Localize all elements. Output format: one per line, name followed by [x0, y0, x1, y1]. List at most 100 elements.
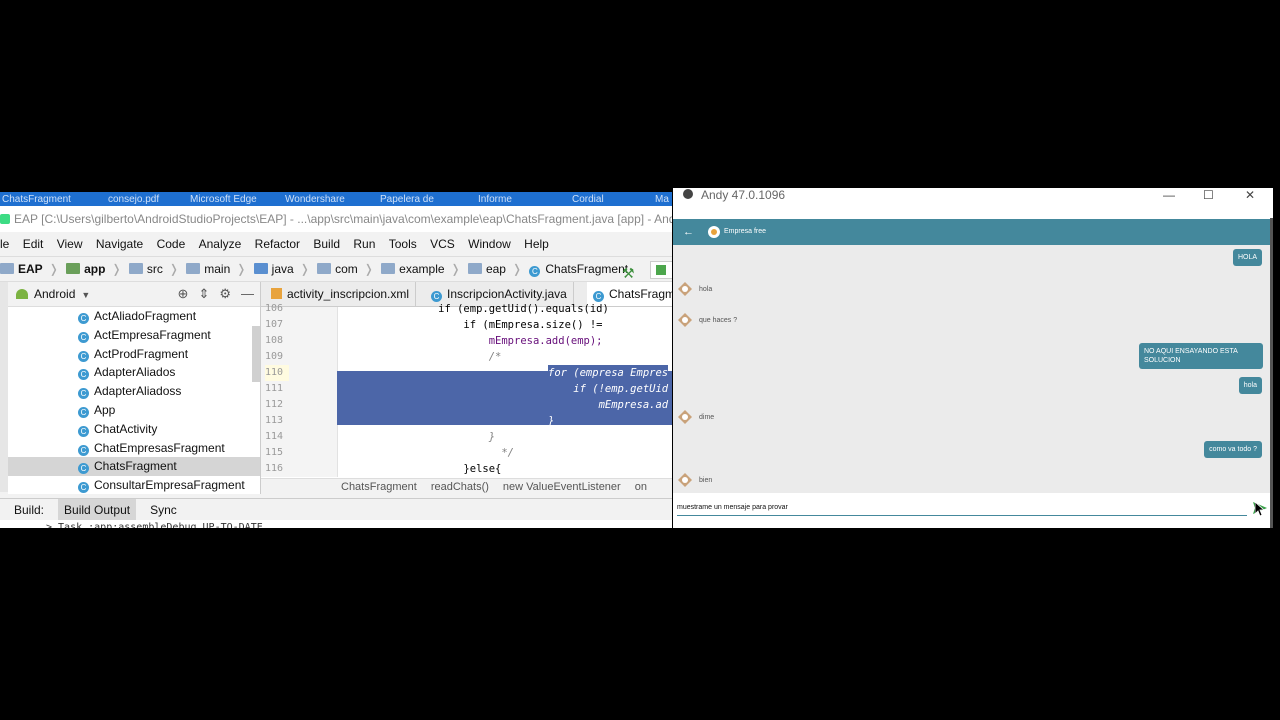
tree-item[interactable]: C ChatEmpresasFragment: [8, 439, 260, 458]
code-line: 109 /*: [265, 351, 502, 363]
breadcrumb-com[interactable]: com ❭: [317, 257, 374, 281]
taskbar: ChatsFragment consejo.pdf Microsoft Edge…: [0, 192, 672, 206]
project-tree: C ActAliadoFragment C ActEmpresaFragment C…: [8, 307, 260, 495]
gear-icon[interactable]: ⚙: [219, 286, 231, 301]
chevron-down-icon[interactable]: ▼: [81, 290, 90, 300]
menu-edit[interactable]: Edit: [23, 232, 44, 256]
class-icon: C: [78, 388, 89, 400]
tree-item[interactable]: C AdapterAliadoss: [8, 382, 260, 401]
folder-icon: [0, 263, 14, 274]
breadcrumb-main[interactable]: main ❭: [186, 257, 246, 281]
maximize-icon[interactable]: ☐: [1203, 188, 1214, 202]
target-icon[interactable]: ⊕: [178, 286, 189, 301]
code-line: 115 */: [265, 447, 515, 459]
collapse-icon[interactable]: ⇕: [198, 286, 209, 301]
taskbar-item[interactable]: consejo.pdf: [108, 195, 159, 205]
emulator-window: Andy 47.0.1096 — ☐ ✕ ← Empresa free HOLA…: [673, 188, 1273, 528]
tree-item[interactable]: C ActEmpresaFragment: [8, 326, 260, 345]
project-panel-header: Android ▼ ⊕ ⇕ ⚙ —: [8, 282, 260, 307]
minimize-icon[interactable]: —: [1163, 188, 1175, 202]
taskbar-item[interactable]: Cordial: [572, 195, 604, 205]
class-icon: C: [78, 331, 89, 343]
tree-item[interactable]: C AdapterAliados: [8, 363, 260, 382]
run-config-button[interactable]: [650, 261, 672, 279]
tree-item[interactable]: C ActAliadoFragment: [8, 307, 260, 326]
menu-refactor[interactable]: Refactor: [255, 232, 300, 256]
tree-item[interactable]: C ChatActivity: [8, 420, 260, 439]
taskbar-item[interactable]: Papelera de: [380, 195, 434, 205]
andy-icon: [683, 189, 693, 199]
taskbar-item[interactable]: Informe: [478, 195, 512, 205]
tree-item[interactable]: C ConsultarEmpresaFragment: [8, 476, 260, 495]
project-view-selector[interactable]: Android: [34, 287, 75, 301]
code-line: 111 if (!emp.getUid: [265, 383, 669, 395]
taskbar-item[interactable]: Microsoft Edge: [190, 195, 257, 205]
mouse-cursor-icon: [1255, 502, 1265, 516]
editor-crumb[interactable]: ChatsFragment: [341, 481, 417, 493]
tab-build-output[interactable]: Build Output: [58, 499, 137, 521]
menu-analyze[interactable]: Analyze: [199, 232, 242, 256]
build-log: > Task :app:assembleDebug UP-TO-DATE: [0, 520, 672, 528]
menu-code[interactable]: Code: [157, 232, 186, 256]
package-icon: [381, 263, 396, 274]
message-outgoing: NO AQUI ENSAYANDO ESTA SOLUCION: [1139, 343, 1263, 369]
menu-help[interactable]: Help: [524, 232, 549, 256]
close-icon[interactable]: ✕: [1245, 188, 1255, 202]
app-header: ← Empresa free: [673, 219, 1270, 245]
project-scrollbar[interactable]: [252, 326, 260, 382]
message-input[interactable]: muestrame un mensaje para provar: [677, 501, 1247, 516]
menu-vcs[interactable]: VCS: [430, 232, 455, 256]
menu-navigate[interactable]: Navigate: [96, 232, 143, 256]
android-studio-window: EAP [C:\Users\gilberto\AndroidStudioProj…: [0, 206, 672, 528]
taskbar-item[interactable]: Wondershare: [285, 195, 345, 205]
class-icon: C: [78, 425, 89, 437]
menu-build[interactable]: Build: [313, 232, 340, 256]
taskbar-item[interactable]: Ma: [655, 195, 669, 205]
build-tool-bar: Build: Build Output Sync: [0, 498, 672, 521]
minimize-icon[interactable]: —: [241, 286, 254, 301]
editor-crumb[interactable]: readChats(): [431, 481, 489, 493]
xml-file-icon: [271, 288, 282, 299]
app-title: Empresa free: [724, 228, 767, 235]
code-line: 108 mEmpresa.add(emp);: [265, 335, 603, 347]
class-icon: C: [529, 266, 541, 277]
breadcrumb-java[interactable]: java ❭: [253, 257, 310, 281]
breadcrumb-app[interactable]: app ❭: [66, 257, 122, 281]
menu-window[interactable]: Window: [468, 232, 511, 256]
code-line: 113}: [265, 415, 555, 427]
message-input-row: muestrame un mensaje para provar: [673, 493, 1270, 519]
source-folder-icon: [253, 263, 268, 274]
avatar: [678, 410, 692, 424]
class-icon: C: [78, 350, 89, 362]
class-icon: C: [78, 463, 89, 475]
code-line: 107 if (mEmpresa.size() !=: [265, 319, 609, 331]
tree-item[interactable]: C App: [8, 401, 260, 420]
tree-item-selected[interactable]: C ChatsFragment: [8, 457, 260, 477]
menu-file[interactable]: le: [0, 232, 9, 256]
menu-run[interactable]: Run: [353, 232, 375, 256]
navigation-breadcrumb: EAP ❭ app ❭ src ❭ main ❭ java ❭ com ❭ example ❭…: [0, 256, 672, 282]
module-icon: [66, 263, 81, 274]
tree-item[interactable]: C ActProdFragment: [8, 345, 260, 364]
editor-crumb[interactable]: on: [635, 481, 647, 493]
message-incoming: que haces ?: [699, 317, 738, 324]
emulator-title: Andy 47.0.1096: [701, 188, 786, 202]
code-line: 106 if (emp.getUid().equals(id): [265, 303, 609, 315]
breadcrumb-src[interactable]: src ❭: [128, 257, 179, 281]
editor-crumb[interactable]: new ValueEventListener: [503, 481, 621, 493]
taskbar-item[interactable]: ChatsFragment: [2, 195, 71, 205]
code-area[interactable]: 106 if (emp.getUid().equals(id) 107 if (…: [261, 303, 672, 477]
avatar: [678, 282, 692, 296]
breadcrumb-class[interactable]: C ChatsFragment: [529, 257, 628, 281]
chat-area: HOLA hola que haces ? NO AQUI ENSAYANDO …: [673, 245, 1270, 493]
breadcrumb-example[interactable]: example ❭: [381, 257, 461, 281]
back-arrow-icon[interactable]: ←: [683, 219, 694, 245]
breadcrumb-project[interactable]: EAP ❭: [0, 257, 59, 281]
menu-view[interactable]: View: [57, 232, 83, 256]
class-icon: C: [78, 444, 89, 456]
window-titlebar: EAP [C:\Users\gilberto\AndroidStudioProj…: [0, 206, 672, 232]
menu-tools[interactable]: Tools: [389, 232, 417, 256]
build-label: Build:: [14, 503, 45, 517]
breadcrumb-eap[interactable]: eap ❭: [467, 257, 522, 281]
tab-sync[interactable]: Sync: [150, 499, 177, 521]
